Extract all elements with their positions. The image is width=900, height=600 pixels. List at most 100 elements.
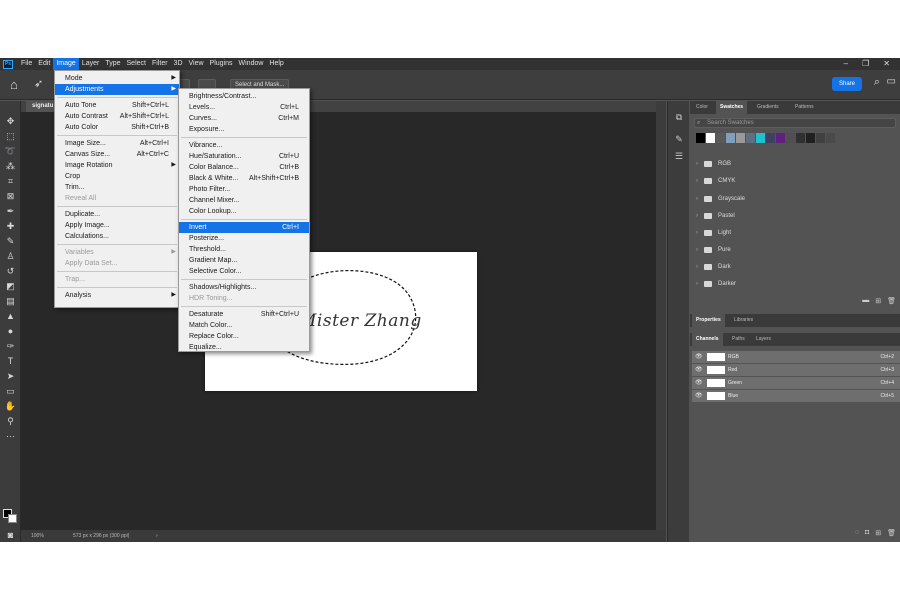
color-swatch[interactable]	[716, 133, 725, 143]
search-icon[interactable]: ⌕	[874, 76, 880, 89]
eye-icon[interactable]: 👁	[695, 351, 703, 363]
load-selection-icon[interactable]: ◌	[855, 529, 859, 537]
move-icon[interactable]: ✥	[4, 115, 17, 128]
menu-help[interactable]: Help	[266, 58, 286, 70]
image-menu-item-analysis[interactable]: Analysis ▶	[55, 290, 179, 301]
tab-color[interactable]: Color	[692, 101, 712, 114]
workspace-icon[interactable]: ▭	[887, 76, 896, 87]
adjustments-item-photo-filter[interactable]: Photo Filter...	[179, 184, 309, 195]
menu-file[interactable]: File	[18, 58, 35, 70]
menu-plugins[interactable]: Plugins	[207, 58, 236, 70]
tab-patterns[interactable]: Patterns	[791, 101, 818, 114]
adjustments-item-exposure[interactable]: Exposure...	[179, 124, 309, 135]
adjustments-item-curves[interactable]: Curves... Ctrl+M	[179, 113, 309, 124]
restore-icon[interactable]: ❐	[862, 58, 869, 70]
path-select-icon[interactable]: ➤	[4, 370, 17, 383]
color-swatch[interactable]	[816, 133, 825, 143]
image-menu-item-image-size[interactable]: Image Size... Alt+Ctrl+I	[55, 138, 179, 149]
delete-icon[interactable]: 🗑	[887, 529, 896, 537]
blur-icon[interactable]: ▲	[4, 310, 17, 323]
background-color-swatch[interactable]	[8, 514, 17, 523]
tab-swatches[interactable]: Swatches	[716, 101, 748, 114]
tab-properties[interactable]: Properties	[692, 314, 725, 327]
menu-window[interactable]: Window	[236, 58, 267, 70]
eye-icon[interactable]: 👁	[695, 390, 703, 402]
adjustments-item-gradient-map[interactable]: Gradient Map...	[179, 255, 309, 266]
share-button[interactable]: Share	[832, 77, 862, 91]
image-menu-item-mode[interactable]: Mode ▶	[55, 73, 179, 84]
marquee-icon[interactable]: ⬚	[4, 130, 17, 143]
tab-libraries[interactable]: Libraries	[730, 314, 757, 327]
color-swatch[interactable]	[786, 133, 795, 143]
adjustments-item-replace-color[interactable]: Replace Color...	[179, 331, 309, 342]
healing-icon[interactable]: ✚	[4, 220, 17, 233]
color-swatch[interactable]	[826, 133, 835, 143]
hand-icon[interactable]: ✋	[4, 400, 17, 413]
adjustments-item-levels[interactable]: Levels... Ctrl+L	[179, 102, 309, 113]
adjustments-item-black-white[interactable]: Black & White... Alt+Shift+Ctrl+B	[179, 173, 309, 184]
color-swatch[interactable]	[756, 133, 765, 143]
adjustments-item-channel-mixer[interactable]: Channel Mixer...	[179, 195, 309, 206]
brush-icon[interactable]: ✎	[4, 235, 17, 248]
delete-icon[interactable]: 🗑	[887, 297, 896, 305]
adjustments-item-vibrance[interactable]: Vibrance...	[179, 140, 309, 151]
adjustments-item-color-balance[interactable]: Color Balance... Ctrl+B	[179, 162, 309, 173]
menu-view[interactable]: View	[186, 58, 207, 70]
adjustments-panel-icon[interactable]: ☰	[673, 150, 685, 162]
tab-channels[interactable]: Channels	[692, 333, 723, 346]
save-selection-icon[interactable]: ◘	[865, 529, 869, 537]
tab-paths[interactable]: Paths	[728, 333, 749, 346]
color-swatch[interactable]	[806, 133, 815, 143]
image-menu-item-auto-contrast[interactable]: Auto Contrast Alt+Shift+Ctrl+L	[55, 111, 179, 122]
tab-gradients[interactable]: Gradients	[753, 101, 783, 114]
vertical-scrollbar[interactable]	[656, 101, 666, 530]
image-menu-item-duplicate[interactable]: Duplicate...	[55, 209, 179, 220]
channel-row-rgb[interactable]: 👁 RGB Ctrl+2	[692, 351, 900, 363]
image-menu-item-auto-tone[interactable]: Auto Tone Shift+Ctrl+L	[55, 100, 179, 111]
color-swatch[interactable]	[696, 133, 705, 143]
pen-icon[interactable]: ✑	[4, 340, 17, 353]
image-menu-item-apply-image[interactable]: Apply Image...	[55, 220, 179, 231]
type-icon[interactable]: T	[4, 355, 17, 368]
menu-edit[interactable]: Edit	[35, 58, 53, 70]
brush-settings-icon[interactable]: ✎	[673, 133, 685, 145]
minimize-icon[interactable]: –	[844, 58, 848, 70]
color-swatch[interactable]	[796, 133, 805, 143]
adjustments-item-invert[interactable]: Invert Ctrl+I	[179, 222, 309, 233]
color-swatch[interactable]	[706, 133, 715, 143]
zoom-level[interactable]: 100%	[31, 530, 44, 542]
image-menu-item-reveal-all[interactable]: Reveal All	[55, 193, 179, 204]
image-menu-item-auto-color[interactable]: Auto Color Shift+Ctrl+B	[55, 122, 179, 133]
swatches-search-input[interactable]: ⌕ Search Swatches	[694, 118, 896, 128]
menu-3d[interactable]: 3D	[171, 58, 186, 70]
close-icon[interactable]: ✕	[883, 58, 890, 70]
adjustments-item-hdr-toning[interactable]: HDR Toning...	[179, 293, 309, 304]
adjustments-item-brightness-contrast[interactable]: Brightness/Contrast...	[179, 91, 309, 102]
history-brush-icon[interactable]: ↺	[4, 265, 17, 278]
adjustments-item-threshold[interactable]: Threshold...	[179, 244, 309, 255]
adjustments-item-hue-saturation[interactable]: Hue/Saturation... Ctrl+U	[179, 151, 309, 162]
menu-type[interactable]: Type	[102, 58, 123, 70]
zoom-icon[interactable]: ⚲	[4, 415, 17, 428]
menu-filter[interactable]: Filter	[149, 58, 171, 70]
eyedropper-icon[interactable]: ✒	[4, 205, 17, 218]
new-swatch-icon[interactable]: ⊞	[875, 297, 881, 305]
new-group-icon[interactable]: ▬	[862, 297, 869, 305]
adjustments-item-match-color[interactable]: Match Color...	[179, 320, 309, 331]
adjustments-item-equalize[interactable]: Equalize...	[179, 342, 309, 353]
image-menu-item-canvas-size[interactable]: Canvas Size... Alt+Ctrl+C	[55, 149, 179, 160]
magic-wand-icon[interactable]: ⁂	[4, 160, 17, 173]
channel-row-red[interactable]: 👁 Red Ctrl+3	[692, 364, 900, 376]
adjustments-item-color-lookup[interactable]: Color Lookup...	[179, 206, 309, 217]
home-icon[interactable]: ⌂	[10, 78, 24, 92]
gradient-icon[interactable]: ▤	[4, 295, 17, 308]
image-menu-item-variables[interactable]: Variables ▶	[55, 247, 179, 258]
clone-stamp-icon[interactable]: ♙	[4, 250, 17, 263]
crop-icon[interactable]: ⌗	[4, 175, 17, 188]
image-menu-item-crop[interactable]: Crop	[55, 171, 179, 182]
image-menu-item-calculations[interactable]: Calculations...	[55, 231, 179, 242]
adjustments-item-selective-color[interactable]: Selective Color...	[179, 266, 309, 277]
tab-layers[interactable]: Layers	[752, 333, 775, 346]
lasso-icon[interactable]: ➰	[4, 145, 17, 158]
image-menu-item-adjustments[interactable]: Adjustments ▶	[55, 84, 179, 95]
